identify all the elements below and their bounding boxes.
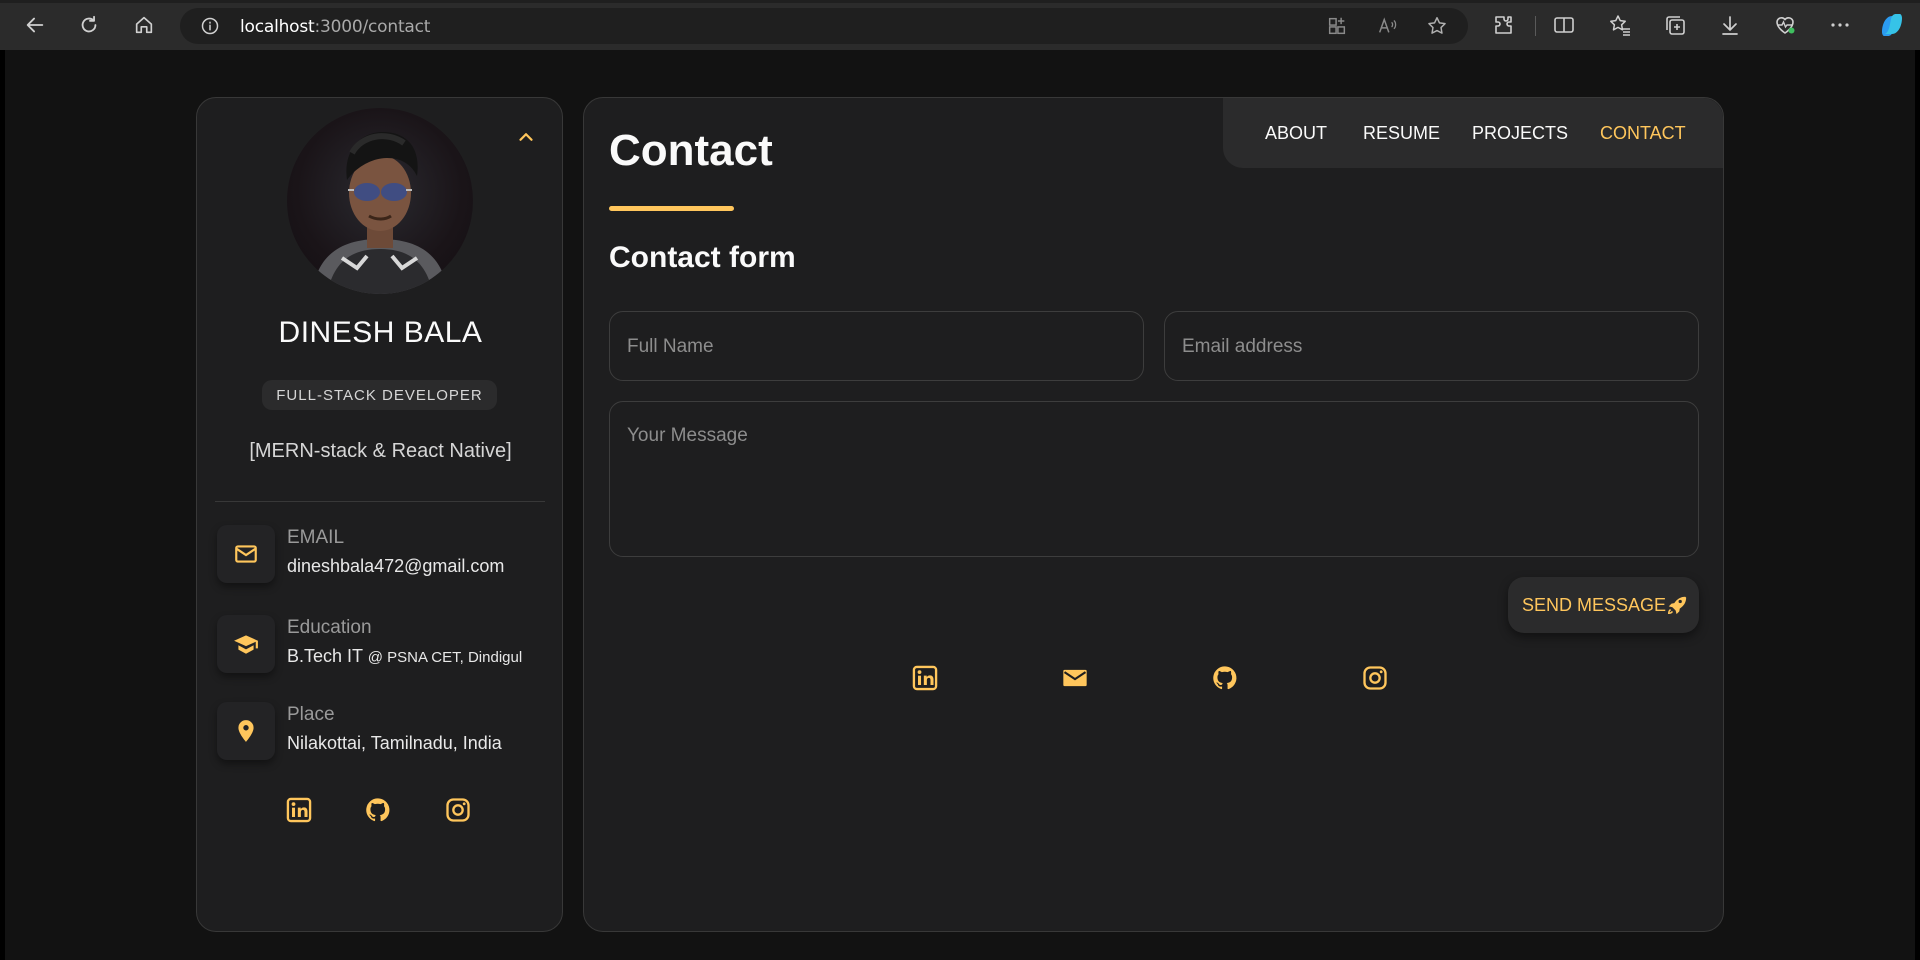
rocket-icon [1668, 596, 1687, 615]
back-arrow-icon [26, 17, 44, 33]
tech-stack: [MERN-stack & React Native] [249, 440, 512, 462]
contact-item-place: Place Nilakottai, Tamilnadu, India [217, 702, 547, 766]
email-placeholder: Email address [1182, 336, 1303, 357]
address-bar[interactable]: localhost:3000/contact [180, 8, 1468, 44]
browser-toolbar: localhost:3000/contact [0, 0, 1920, 50]
nav-contact[interactable]: CONTACT [1600, 123, 1686, 144]
reload-icon [81, 15, 97, 33]
linkedin-icon[interactable] [285, 796, 313, 824]
contact-label: Education [287, 617, 372, 638]
github-icon[interactable] [364, 796, 392, 824]
email-link[interactable]: dineshbala472@gmail.com [287, 556, 504, 577]
copilot-icon[interactable] [1877, 10, 1907, 40]
app-available-icon[interactable] [1326, 15, 1348, 37]
avatar [287, 108, 473, 294]
contact-value: B.Tech IT @ PSNA CET, Dindigul [287, 646, 522, 667]
home-icon [135, 16, 153, 34]
url-text: localhost:3000/contact [240, 17, 431, 37]
profile-sidebar: DINESH BALA FULL-STACK DEVELOPER [MERN-s… [196, 97, 563, 932]
contact-label: Place [287, 704, 335, 725]
profile-name: DINESH BALA [278, 316, 483, 349]
instagram-icon[interactable] [444, 796, 472, 824]
nav-about[interactable]: ABOUT [1265, 123, 1327, 144]
nav-projects[interactable]: PROJECTS [1472, 123, 1568, 144]
back-button[interactable] [21, 11, 49, 39]
github-icon[interactable] [1211, 664, 1239, 692]
contact-label: EMAIL [287, 527, 345, 548]
nav-resume[interactable]: RESUME [1363, 123, 1440, 144]
education-icon-box [217, 615, 275, 673]
contact-item-education: Education B.Tech IT @ PSNA CET, Dindigul [217, 615, 547, 679]
degree-text: B.Tech IT [287, 646, 363, 666]
message-placeholder: Your Message [627, 425, 748, 446]
email-input[interactable]: Email address [1164, 311, 1699, 381]
mail-icon [235, 545, 257, 563]
location-pin-icon [238, 720, 254, 742]
collections-icon[interactable] [1663, 13, 1687, 37]
place-icon-box [217, 702, 275, 760]
home-button[interactable] [130, 11, 158, 39]
read-aloud-icon[interactable] [1376, 15, 1398, 37]
contact-item-email: EMAIL dineshbala472@gmail.com [217, 525, 547, 589]
split-screen-icon[interactable] [1552, 13, 1576, 37]
tab-strip [0, 0, 1920, 3]
full-name-placeholder: Full Name [627, 336, 714, 357]
favorites-icon[interactable] [1608, 13, 1632, 37]
instagram-icon[interactable] [1361, 664, 1389, 692]
send-message-button[interactable]: SEND MESSAGE [1508, 577, 1699, 633]
mail-icon[interactable] [1061, 664, 1089, 692]
toolbar-separator [1535, 16, 1536, 36]
full-name-input[interactable]: Full Name [609, 311, 1144, 381]
favorite-star-icon[interactable] [1426, 15, 1448, 37]
avatar-image [312, 132, 448, 294]
collapse-chevron-icon[interactable] [515, 126, 537, 148]
form-title: Contact form [609, 241, 796, 274]
contact-value: Nilakottai, Tamilnadu, India [287, 733, 502, 753]
navbar: ABOUT RESUME PROJECTS CONTACT [1223, 98, 1723, 168]
college-text: @ PSNA CET, Dindigul [367, 649, 523, 666]
message-textarea[interactable]: Your Message [609, 401, 1699, 557]
more-options-icon[interactable] [1828, 13, 1852, 37]
downloads-icon[interactable] [1718, 13, 1742, 37]
title-underline [609, 206, 734, 211]
send-message-label: SEND MESSAGE [1522, 595, 1667, 615]
page-title: Contact [609, 126, 773, 175]
linkedin-icon[interactable] [911, 664, 939, 692]
sidebar-divider [215, 501, 545, 502]
info-icon[interactable] [201, 17, 219, 35]
extensions-icon[interactable] [1492, 13, 1516, 37]
browser-essentials-icon[interactable] [1773, 13, 1797, 37]
role-badge: FULL-STACK DEVELOPER [262, 380, 497, 410]
graduation-cap-icon [234, 635, 258, 654]
email-icon-box [217, 525, 275, 583]
contact-article: ABOUT RESUME PROJECTS CONTACT Contact Co… [583, 97, 1724, 932]
reload-button[interactable] [75, 11, 103, 39]
